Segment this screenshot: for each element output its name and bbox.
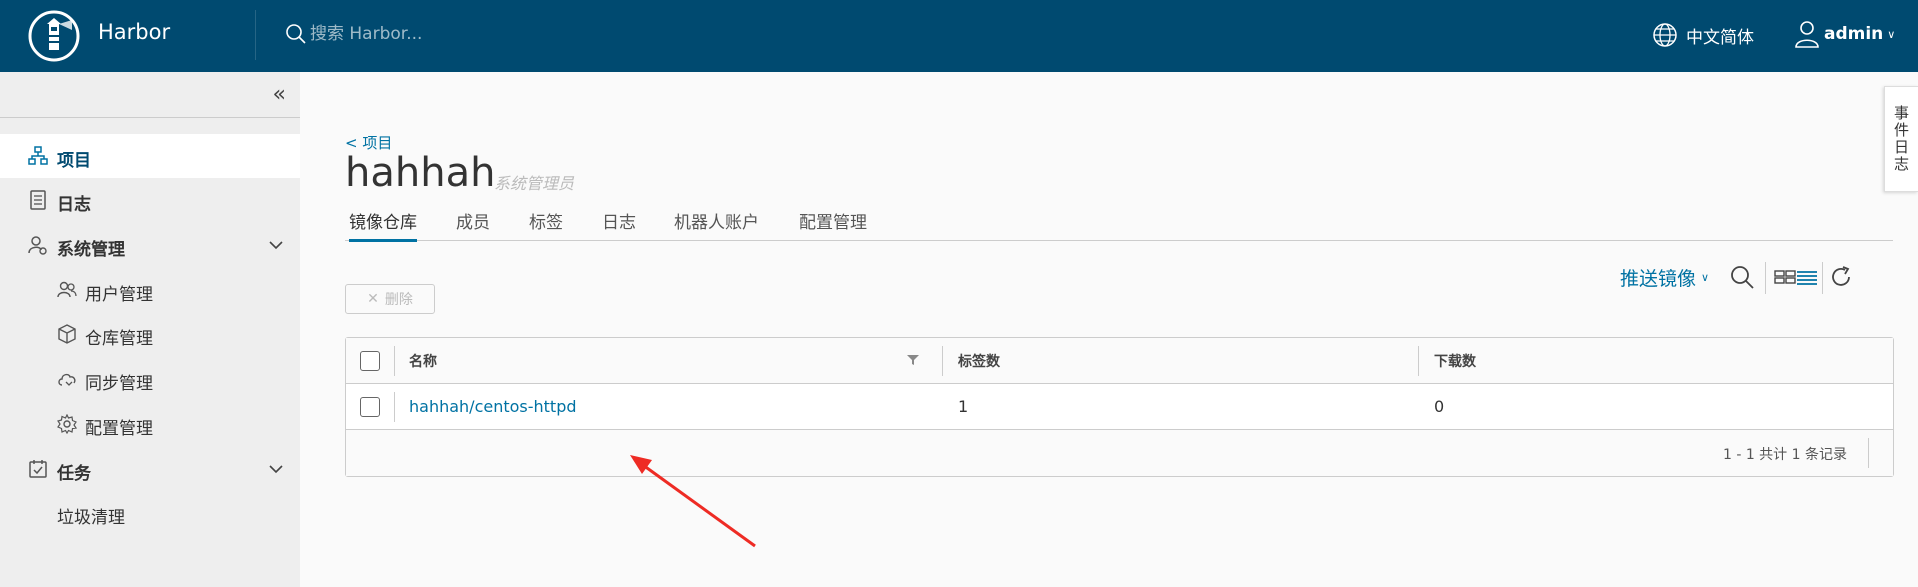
repository-name-link[interactable]: hahhah/centos-httpd [409,397,577,416]
tag-count: 1 [958,397,969,416]
user-menu[interactable]: admin ∨ [1794,20,1895,48]
tasks-icon [29,460,47,478]
row-checkbox[interactable] [360,397,380,417]
sidebar-item-users[interactable]: 用户管理 [0,268,300,312]
annotation-arrow [630,455,756,548]
chevron-down-icon[interactable] [268,461,284,477]
sidebar-item-label: 配置管理 [85,419,153,439]
sidebar-item-label: 用户管理 [85,285,153,305]
delete-label: 删除 [384,292,413,308]
project-icon [28,146,48,165]
sidebar-item-tasks[interactable]: 任务 [0,447,300,491]
chevron-down-icon: ∨ [1701,271,1710,284]
log-icon [30,190,46,210]
admin-icon [28,236,47,255]
toolbar-divider [1822,262,1823,294]
username: admin [1824,24,1884,44]
page-title: hahhah [345,150,496,196]
table-row[interactable]: hahhah/centos-httpd 1 0 [346,384,1893,430]
harbor-logo-icon[interactable] [28,10,80,62]
top-header: Harbor 中文简体 admin ∨ [0,0,1918,72]
sidebar: « 项目 日志 系统管理 用户管理 仓库管理 同步管理 配置管理 任务 垃圾清理 [0,72,300,587]
footer-divider [1868,438,1869,468]
tab-labels[interactable]: 标签 [529,208,563,233]
language-selector[interactable]: 中文简体 [1652,22,1754,48]
sidebar-item-admin[interactable]: 系统管理 [0,223,300,267]
sidebar-item-projects[interactable]: 项目 [0,134,300,178]
column-divider [394,346,395,376]
column-header-tags[interactable]: 标签数 [958,351,1000,371]
tab-members[interactable]: 成员 [456,208,490,233]
chevron-down-icon: ∨ [1887,27,1896,41]
tab-configuration[interactable]: 配置管理 [799,208,867,233]
pagination-summary: 1 - 1 共计 1 条记录 [1722,447,1847,463]
double-chevron-left-icon[interactable]: « [273,82,286,107]
sidebar-item-gc[interactable]: 垃圾清理 [0,491,300,535]
sidebar-item-label: 项目 [57,151,91,171]
tab-robot-accounts[interactable]: 机器人账户 [674,208,759,233]
search-icon [286,24,306,44]
user-icon [1795,21,1819,48]
sidebar-item-registries[interactable]: 仓库管理 [0,312,300,356]
search-input[interactable] [310,24,610,44]
refresh-icon[interactable] [1828,264,1854,290]
project-tabs: 镜像仓库 成员 标签 日志 机器人账户 配置管理 [345,204,1893,242]
sidebar-item-label: 同步管理 [85,374,153,394]
sidebar-item-logs[interactable]: 日志 [0,178,300,222]
search-icon[interactable] [1729,264,1755,290]
filter-icon[interactable] [906,353,920,367]
repository-table: 名称 标签数 下载数 hahhah/centos-httpd 1 0 1 - 1… [345,337,1894,477]
registry-icon [58,324,76,344]
users-icon [57,281,77,298]
sidebar-item-label: 垃圾清理 [57,508,125,528]
pull-count: 0 [1434,397,1445,416]
event-log-label: 事件日志 [1892,105,1910,173]
chevron-down-icon[interactable] [268,237,284,253]
column-header-pulls[interactable]: 下载数 [1434,351,1476,371]
column-header-name[interactable]: 名称 [409,351,437,371]
globe-icon [1653,23,1677,47]
close-icon: ✕ [367,291,379,307]
select-all-checkbox[interactable] [360,351,380,371]
sidebar-item-label: 仓库管理 [85,329,153,349]
delete-button[interactable]: ✕ 删除 [345,284,435,314]
push-image-dropdown[interactable]: 推送镜像 ∨ [1620,264,1709,291]
header-divider [255,10,256,60]
brand-name[interactable]: Harbor [98,20,170,44]
sidebar-item-label: 日志 [57,195,91,215]
sidebar-item-label: 任务 [57,464,91,484]
push-image-label: 推送镜像 [1620,268,1697,290]
tab-logs[interactable]: 日志 [602,208,636,233]
language-label: 中文简体 [1686,27,1754,48]
role-label: 系统管理员 [494,174,575,193]
sidebar-item-replications[interactable]: 同步管理 [0,357,300,401]
sidebar-item-configuration[interactable]: 配置管理 [0,402,300,446]
list-view-icon[interactable] [1794,264,1820,290]
table-header: 名称 标签数 下载数 [346,338,1893,384]
tab-repositories[interactable]: 镜像仓库 [349,208,417,242]
global-search[interactable] [284,22,610,46]
event-log-tab[interactable]: 事件日志 [1884,86,1918,192]
column-divider [942,346,943,376]
cloud-sync-icon [58,373,76,386]
toolbar-divider [1765,262,1766,294]
column-divider [1418,346,1419,376]
gear-icon [57,414,77,434]
column-divider [394,392,395,422]
table-footer: 1 - 1 共计 1 条记录 [346,430,1893,476]
sidebar-collapse: « [0,72,300,118]
sidebar-item-label: 系统管理 [57,240,125,260]
